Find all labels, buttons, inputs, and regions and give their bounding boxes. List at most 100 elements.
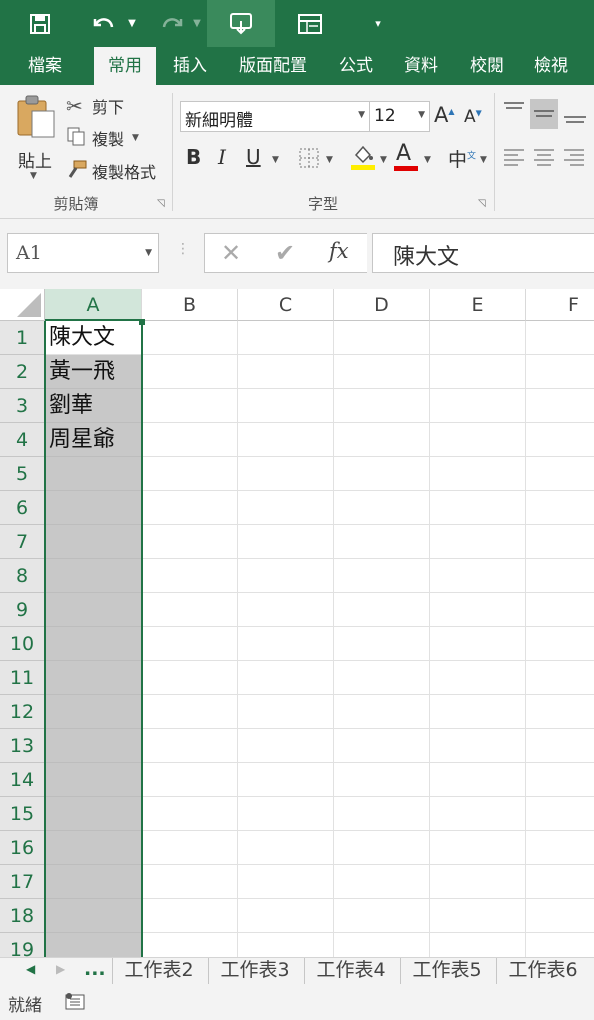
row-header[interactable]: 5: [0, 457, 45, 491]
customize-qat-icon[interactable]: ▾: [368, 0, 388, 47]
row-header[interactable]: 6: [0, 491, 45, 525]
column-header-b[interactable]: B: [142, 289, 238, 321]
redo-icon[interactable]: [156, 0, 188, 47]
cell[interactable]: [334, 763, 430, 797]
cell[interactable]: [334, 627, 430, 661]
cell[interactable]: [334, 661, 430, 695]
cell[interactable]: [142, 321, 238, 355]
formula-input[interactable]: 陳大文: [372, 233, 594, 273]
undo-icon[interactable]: [88, 0, 120, 47]
cell[interactable]: [334, 797, 430, 831]
underline-button[interactable]: U: [246, 145, 261, 169]
copy-dropdown-icon[interactable]: ▼: [132, 133, 139, 143]
cell[interactable]: [45, 525, 142, 559]
cell[interactable]: [238, 491, 334, 525]
cell[interactable]: [334, 933, 430, 957]
cell[interactable]: [334, 831, 430, 865]
cell[interactable]: [430, 423, 526, 457]
row-header[interactable]: 9: [0, 593, 45, 627]
shrink-font-icon[interactable]: A▼: [464, 107, 482, 127]
bold-button[interactable]: B: [186, 145, 201, 169]
cell[interactable]: [430, 355, 526, 389]
cell[interactable]: [238, 763, 334, 797]
cell[interactable]: [238, 899, 334, 933]
enter-icon[interactable]: ✔: [275, 239, 295, 267]
undo-dropdown-icon[interactable]: ▼: [124, 0, 140, 47]
cell[interactable]: [526, 865, 594, 899]
align-middle-icon[interactable]: [530, 99, 558, 129]
cell[interactable]: [142, 933, 238, 957]
sheet-tab[interactable]: 工作表3: [208, 958, 301, 985]
cell[interactable]: [430, 389, 526, 423]
tab-home[interactable]: 常用: [94, 47, 156, 85]
row-header[interactable]: 16: [0, 831, 45, 865]
cell[interactable]: [45, 899, 142, 933]
cell[interactable]: [526, 695, 594, 729]
cell[interactable]: [334, 423, 430, 457]
cell[interactable]: [526, 593, 594, 627]
cell[interactable]: [142, 491, 238, 525]
cell[interactable]: [142, 457, 238, 491]
cell[interactable]: [334, 559, 430, 593]
cell[interactable]: [526, 457, 594, 491]
cell[interactable]: [238, 355, 334, 389]
cell[interactable]: [238, 933, 334, 957]
copy-button[interactable]: 複製 ▼: [66, 125, 139, 151]
cell[interactable]: [238, 797, 334, 831]
redo-dropdown-icon[interactable]: ▼: [190, 0, 204, 47]
cell[interactable]: [334, 695, 430, 729]
name-box[interactable]: A1 ▼: [7, 233, 159, 273]
paste-button[interactable]: 貼上 ▼: [12, 93, 58, 183]
font-name-select[interactable]: 新細明體 ▼: [180, 101, 370, 132]
sheet-tab[interactable]: 工作表6: [496, 958, 589, 985]
cell[interactable]: [526, 797, 594, 831]
phonetic-dropdown-icon[interactable]: ▼: [480, 155, 487, 165]
cell[interactable]: [238, 627, 334, 661]
cancel-icon[interactable]: ✕: [221, 239, 241, 267]
cell[interactable]: [526, 321, 594, 355]
cell[interactable]: [526, 933, 594, 957]
cell[interactable]: [334, 729, 430, 763]
active-cell[interactable]: 陳大文: [45, 321, 142, 355]
cell[interactable]: [526, 491, 594, 525]
form-icon[interactable]: [290, 0, 330, 47]
cell[interactable]: [334, 355, 430, 389]
cell[interactable]: [238, 865, 334, 899]
row-header[interactable]: 14: [0, 763, 45, 797]
cell[interactable]: [45, 559, 142, 593]
cell[interactable]: [45, 729, 142, 763]
cell[interactable]: [142, 763, 238, 797]
cell[interactable]: [430, 865, 526, 899]
align-top-icon[interactable]: [502, 99, 526, 127]
font-color-icon[interactable]: A: [394, 141, 420, 171]
macro-record-icon[interactable]: [64, 992, 86, 1016]
cell[interactable]: [142, 865, 238, 899]
column-header-f[interactable]: F: [526, 289, 594, 321]
column-header-a[interactable]: A: [45, 289, 142, 321]
column-header-c[interactable]: C: [238, 289, 334, 321]
cell[interactable]: [238, 729, 334, 763]
cell[interactable]: [526, 355, 594, 389]
cell[interactable]: [142, 729, 238, 763]
phonetic-icon[interactable]: 中文: [448, 145, 476, 172]
cell[interactable]: [430, 899, 526, 933]
cell[interactable]: [45, 491, 142, 525]
save-icon[interactable]: [20, 0, 60, 47]
font-size-select[interactable]: 12 ▼: [369, 101, 430, 132]
row-header[interactable]: 12: [0, 695, 45, 729]
cell[interactable]: [334, 593, 430, 627]
cell[interactable]: [430, 559, 526, 593]
align-right-icon[interactable]: [562, 147, 586, 173]
cell[interactable]: [45, 933, 142, 957]
cell[interactable]: [238, 423, 334, 457]
cell[interactable]: [238, 661, 334, 695]
cell[interactable]: [526, 389, 594, 423]
cell[interactable]: [430, 797, 526, 831]
cell[interactable]: [334, 865, 430, 899]
cell[interactable]: [526, 559, 594, 593]
cell[interactable]: [430, 729, 526, 763]
cell[interactable]: [334, 457, 430, 491]
sheet-tab[interactable]: 工作表4: [304, 958, 397, 985]
cell[interactable]: [45, 865, 142, 899]
cell[interactable]: 劉華: [45, 389, 142, 423]
